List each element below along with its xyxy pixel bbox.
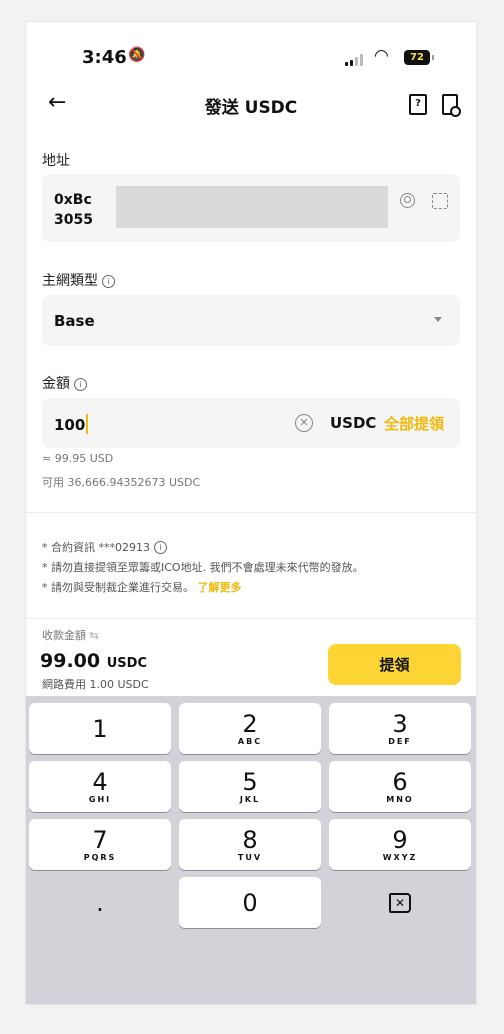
key-6[interactable]: 6 MNO — [329, 761, 471, 812]
key-letters: GHI — [88, 795, 112, 804]
divider — [26, 512, 476, 513]
info-icon[interactable]: i — [74, 378, 87, 391]
amount-label: 金額 i — [42, 373, 87, 393]
redacted-block — [116, 186, 388, 228]
info-icon[interactable]: i — [154, 541, 167, 554]
scan-icon[interactable] — [432, 193, 448, 209]
contract-info-text: * 合約資訊 ***02913 — [42, 541, 150, 554]
network-select[interactable]: Base — [42, 295, 460, 346]
signal-icon — [345, 54, 363, 66]
key-digit: 5 — [242, 768, 258, 796]
header: ← 發送 USDC ? — [26, 84, 476, 124]
wifi-icon: ◠ — [374, 46, 389, 66]
network-value: Base — [54, 312, 95, 330]
key-letters: TUV — [237, 853, 263, 862]
status-time: 3:46 — [82, 47, 127, 68]
sanction-warning-text: * 請勿與受制裁企業進行交易。 — [42, 581, 194, 594]
key-letters: WXYZ — [382, 853, 418, 862]
key-8[interactable]: 8 TUV — [179, 819, 321, 870]
available-balance: 可用 36,666.94352673 USDC — [42, 476, 201, 489]
key-letters: MNO — [386, 795, 414, 804]
receive-unit: USDC — [106, 656, 147, 671]
key-letters: PQRS — [83, 853, 117, 862]
key-digit: 4 — [92, 768, 108, 796]
key-digit: 7 — [92, 826, 108, 854]
key-letters: ABC — [237, 737, 263, 746]
address-line-2: 3055 — [54, 212, 93, 228]
swap-icon[interactable]: ⇆ — [90, 629, 99, 642]
key-9[interactable]: 9 WXYZ — [329, 819, 471, 870]
key-digit: 9 — [392, 826, 408, 854]
clear-icon[interactable]: ✕ — [295, 414, 313, 432]
battery-icon: 72 — [404, 50, 434, 65]
network-label: 主網類型 i — [42, 270, 115, 290]
receive-amount-value: 99.00 — [40, 650, 101, 672]
backspace-icon: ✕ — [389, 893, 411, 913]
receive-label: 收款金額 ⇆ — [42, 627, 99, 643]
key-digit: 3 — [392, 710, 408, 738]
address-field[interactable]: 0xBc 3055 — [42, 174, 460, 242]
key-7[interactable]: 7 PQRS — [29, 819, 171, 870]
key-digit: 0 — [242, 889, 258, 917]
contract-info: * 合約資訊 ***02913 i — [42, 539, 167, 555]
amount-input[interactable]: 100 ✕ USDC 全部提領 — [42, 398, 460, 448]
history-icon[interactable] — [442, 94, 461, 117]
key-1[interactable]: 1 — [29, 703, 171, 754]
key-digit: . — [96, 889, 104, 917]
key-digit: 8 — [242, 826, 258, 854]
amount-value: 100 — [54, 414, 89, 434]
amount-approx: ≈ 99.95 USD — [42, 452, 114, 465]
key-decimal[interactable]: . — [29, 877, 171, 928]
key-digit: 6 — [392, 768, 408, 796]
key-0[interactable]: 0 — [179, 877, 321, 928]
key-digit: 1 — [92, 715, 108, 743]
key-5[interactable]: 5 JKL — [179, 761, 321, 812]
learn-more-link[interactable]: 了解更多 — [198, 581, 242, 594]
text-cursor — [86, 414, 89, 434]
key-delete[interactable]: ✕ — [329, 877, 471, 928]
address-label: 地址 — [42, 153, 70, 169]
key-3[interactable]: 3 DEF — [329, 703, 471, 754]
amount-unit: USDC — [330, 414, 377, 432]
key-digit: 2 — [242, 710, 258, 738]
withdraw-button[interactable]: 提領 — [328, 644, 461, 685]
address-book-icon[interactable] — [400, 193, 415, 208]
phone-screen: 3:46 🔕 ◠ 72 ← 發送 USDC ? 地址 0xBc 3055 主網類… — [26, 22, 476, 1004]
address-value: 0xBc 3055 — [54, 190, 93, 230]
key-2[interactable]: 2 ABC — [179, 703, 321, 754]
amount-label-text: 金額 — [42, 376, 70, 392]
key-letters: JKL — [239, 795, 261, 804]
address-line-1: 0xBc — [54, 192, 92, 208]
key-4[interactable]: 4 GHI — [29, 761, 171, 812]
network-label-text: 主網類型 — [42, 273, 98, 289]
amount-value-text: 100 — [54, 416, 86, 434]
help-book-icon[interactable]: ? — [409, 94, 427, 115]
receive-label-text: 收款金額 — [42, 629, 86, 642]
receive-amount: 99.00 USDC — [40, 650, 147, 672]
muted-bell-icon: 🔕 — [128, 47, 146, 63]
ico-warning: * 請勿直接提領至眾籌或ICO地址. 我們不會處理未來代幣的發放。 — [42, 561, 364, 574]
status-bar: 3:46 🔕 ◠ 72 — [26, 22, 476, 82]
sanction-warning: * 請勿與受制裁企業進行交易。 了解更多 — [42, 579, 242, 595]
chevron-down-icon — [434, 317, 442, 322]
info-icon[interactable]: i — [102, 275, 115, 288]
max-button[interactable]: 全部提領 — [384, 413, 444, 434]
key-letters: DEF — [388, 737, 412, 746]
divider — [26, 618, 476, 619]
network-fee: 網路費用 1.00 USDC — [42, 678, 149, 691]
numeric-keypad: 1 2 ABC 3 DEF 4 GHI 5 JKL 6 MNO 7 PQRS 8… — [26, 696, 476, 1004]
